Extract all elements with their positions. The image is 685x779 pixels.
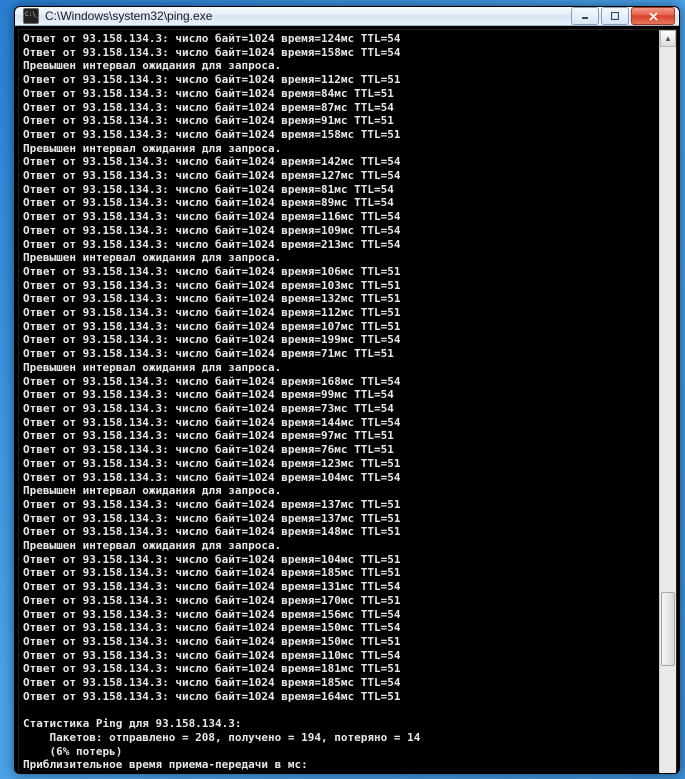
- console-window: C:\Windows\system32\ping.exe Ответ от 93…: [14, 6, 680, 774]
- scroll-thumb[interactable]: [661, 592, 675, 666]
- window-buttons: [569, 7, 675, 25]
- app-icon: [23, 8, 39, 24]
- close-icon: [649, 12, 658, 21]
- minimize-icon: [581, 12, 589, 20]
- minimize-button[interactable]: [571, 7, 599, 25]
- maximize-button[interactable]: [601, 7, 629, 25]
- scroll-track[interactable]: [660, 47, 676, 774]
- titlebar[interactable]: C:\Windows\system32\ping.exe: [15, 7, 679, 26]
- vertical-scrollbar[interactable]: ▲ ▼: [659, 30, 676, 774]
- console-wrap: Ответ от 93.158.134.3: число байт=1024 в…: [18, 29, 677, 774]
- scroll-up-button[interactable]: ▲: [660, 30, 676, 47]
- console-output[interactable]: Ответ от 93.158.134.3: число байт=1024 в…: [19, 30, 659, 774]
- close-button[interactable]: [631, 7, 675, 25]
- window-title: C:\Windows\system32\ping.exe: [45, 9, 569, 23]
- maximize-icon: [611, 12, 619, 20]
